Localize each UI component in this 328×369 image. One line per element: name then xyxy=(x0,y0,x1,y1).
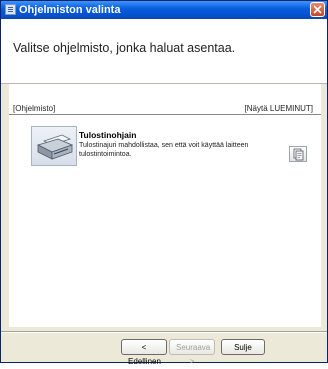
show-readme-button[interactable] xyxy=(289,146,307,162)
next-button[interactable]: Seuraava > xyxy=(169,339,215,366)
printer-icon[interactable] xyxy=(31,126,77,166)
software-item-printer-driver[interactable]: Tulostinohjain Tulostinajuri mahdollista… xyxy=(31,120,307,182)
readme-column-label: [Näytä LUEMINUT] xyxy=(244,104,313,113)
header-area: Valitse ohjelmisto, jonka haluat asentaa… xyxy=(1,19,327,84)
close-icon xyxy=(313,5,322,14)
window-title: Ohjelmiston valinta xyxy=(19,4,121,16)
footer-divider xyxy=(1,331,327,332)
software-column-label: [Ohjelmisto] xyxy=(13,104,56,113)
close-button[interactable] xyxy=(310,2,325,17)
back-button[interactable]: < Edellinen xyxy=(121,339,167,366)
software-item-title: Tulostinohjain xyxy=(79,130,137,140)
title-bar: Ohjelmiston valinta xyxy=(1,1,327,19)
app-icon xyxy=(5,4,16,15)
page-heading: Valitse ohjelmisto, jonka haluat asentaa… xyxy=(13,41,236,55)
installer-window: Ohjelmiston valinta Valitse ohjelmisto, … xyxy=(0,0,328,366)
list-divider xyxy=(9,114,321,115)
close-dialog-button[interactable]: Sulje xyxy=(221,339,265,355)
software-item-description: Tulostinajuri mahdollistaa, sen että voi… xyxy=(79,142,249,158)
document-icon xyxy=(293,148,304,161)
